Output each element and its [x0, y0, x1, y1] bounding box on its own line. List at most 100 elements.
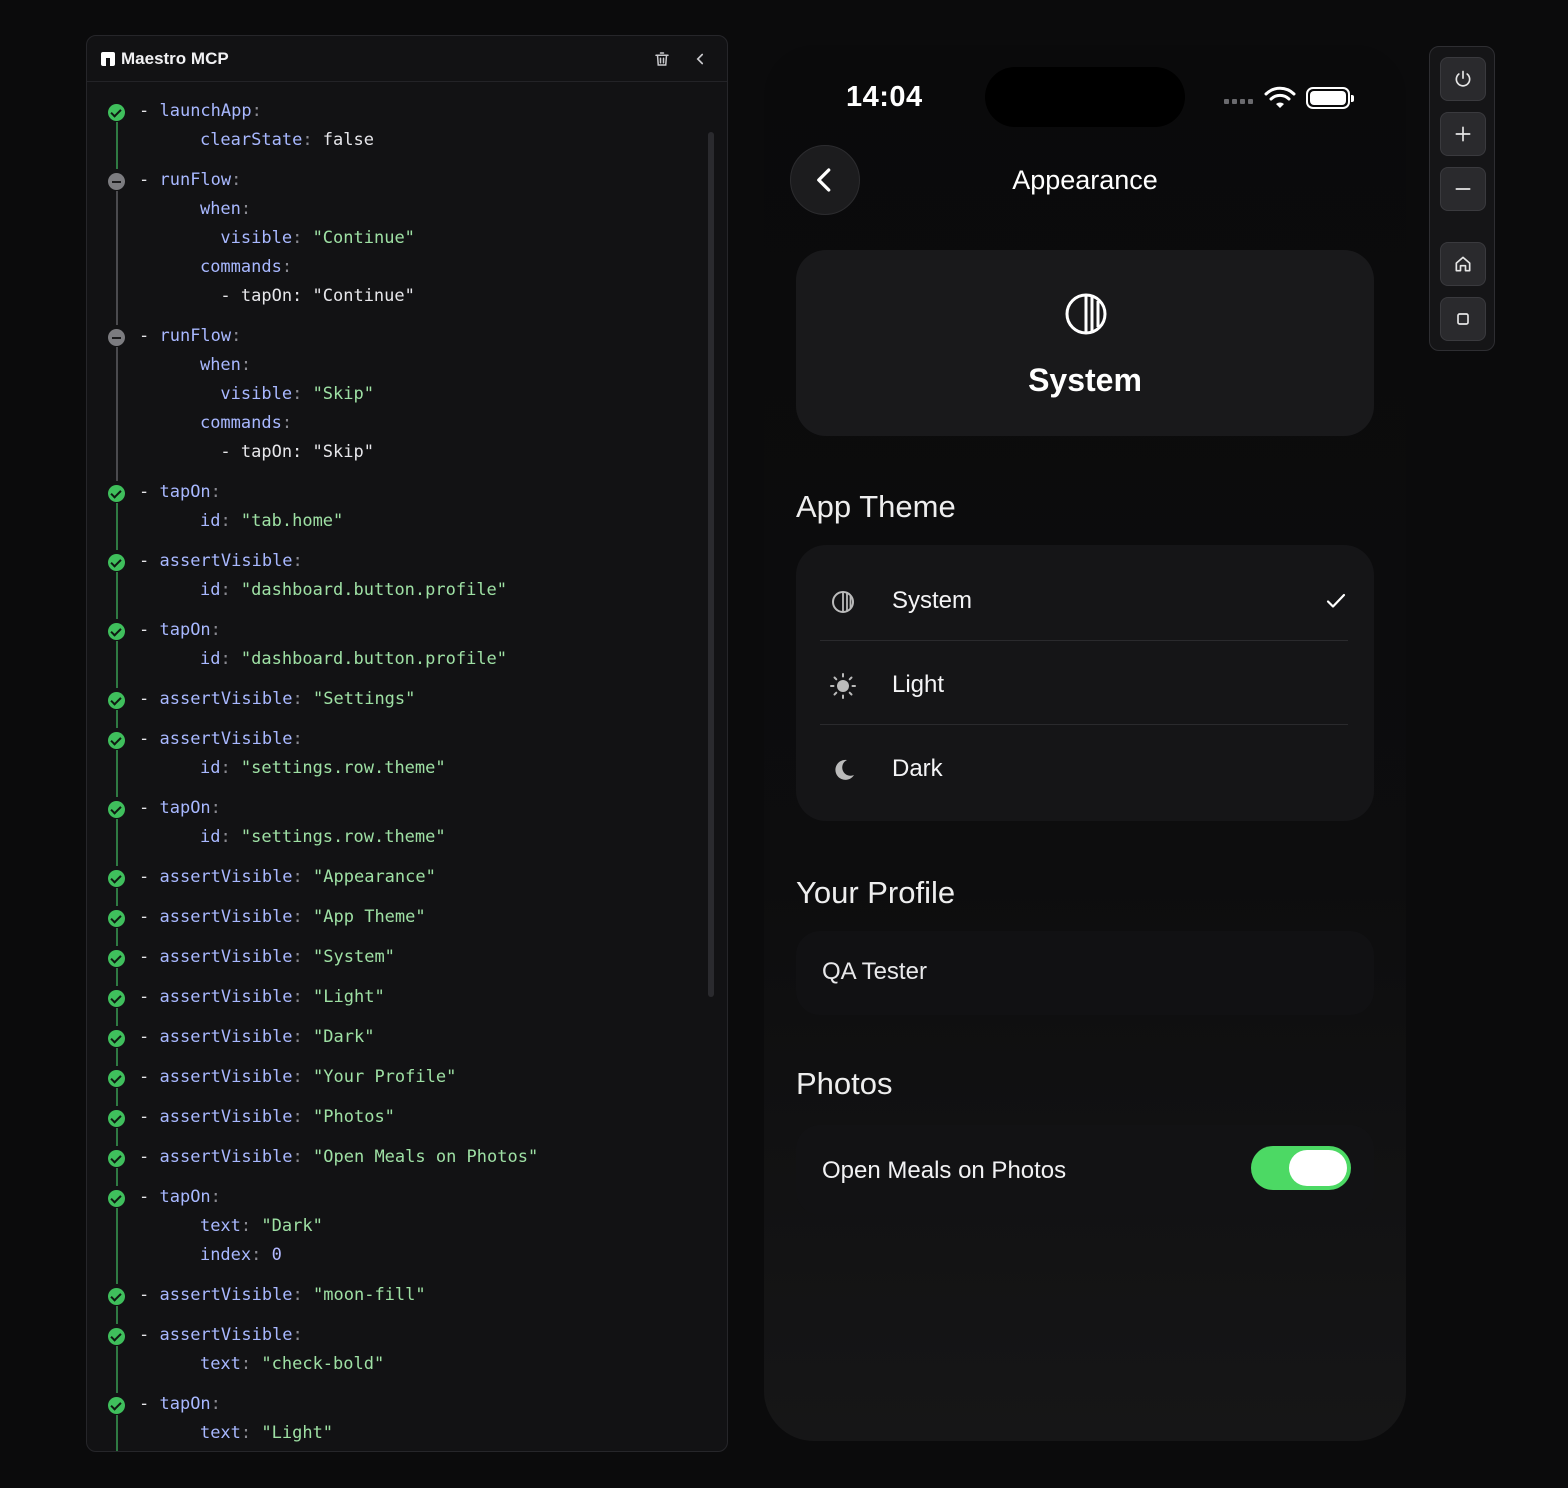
code-token: "System": [313, 947, 395, 967]
code-token: assertVisible: [159, 1107, 293, 1127]
code-line: id: "settings.row.theme": [159, 757, 446, 779]
step-connector: [116, 888, 118, 906]
code-token: "Your Profile": [313, 1067, 457, 1087]
code-token: "tab.home": [240, 511, 344, 531]
code-token: id: [199, 580, 221, 600]
code-token: 0: [271, 1245, 282, 1265]
code-token: :: [220, 649, 241, 669]
code-token: id: [199, 827, 221, 847]
code-token: -: [139, 482, 160, 502]
code-token: -: [139, 1067, 160, 1087]
code-token: -: [139, 1147, 160, 1167]
code-token: :: [292, 689, 314, 709]
code-line: commands:: [159, 256, 292, 278]
volume-down-button[interactable]: [1440, 167, 1486, 211]
flow-steps: - launchApp: clearState: false - runFlow:…: [87, 82, 717, 1451]
your-profile-title: Your Profile: [796, 875, 956, 910]
code-token: :: [281, 257, 293, 277]
code-token: assertVisible: [159, 1285, 293, 1305]
theme-option-dark[interactable]: Dark: [796, 727, 1374, 811]
app-switcher-button[interactable]: [1440, 297, 1486, 341]
code-token: - tapOn: "Continue": [159, 286, 415, 306]
profile-row[interactable]: QA Tester: [796, 931, 1374, 1015]
code-line: - assertVisible: "Your Profile": [139, 1066, 456, 1088]
theme-option-system[interactable]: System: [796, 559, 1374, 643]
check-circle-icon: [108, 1030, 125, 1047]
code-token: :: [210, 620, 221, 640]
code-token: :: [240, 1423, 262, 1443]
volume-up-button[interactable]: [1440, 112, 1486, 156]
code-line: visible: "Skip": [159, 383, 374, 405]
code-token: :: [292, 551, 303, 571]
code-token: "moon-fill": [313, 1285, 426, 1305]
status-time: 14:04: [846, 81, 923, 113]
chevron-left-icon[interactable]: [689, 48, 711, 70]
code-line: - tapOn:: [139, 1393, 221, 1415]
code-line: id: "dashboard.button.profile": [159, 579, 507, 601]
code-line: when:: [159, 354, 251, 376]
scrollbar[interactable]: [708, 132, 714, 997]
code-token: assertVisible: [159, 551, 293, 571]
code-token: "dashboard.button.profile": [240, 649, 508, 669]
code-token: :: [240, 1216, 262, 1236]
code-token: "settings.row.theme": [240, 758, 446, 778]
code-token: :: [292, 1067, 314, 1087]
trash-icon[interactable]: [651, 48, 673, 70]
code-token: :: [251, 101, 262, 121]
code-token: assertVisible: [159, 1325, 293, 1345]
minus-icon: [1455, 188, 1471, 190]
code-line: - assertVisible: "Light": [139, 986, 385, 1008]
code-token: tapOn: [159, 798, 211, 818]
theme-option-light[interactable]: Light: [796, 643, 1374, 727]
code-token: commands: [199, 257, 282, 277]
code-token: -: [139, 798, 160, 818]
step-connector: [116, 928, 118, 946]
code-line: - assertVisible:: [139, 550, 303, 572]
code-token: "Light": [313, 987, 385, 1007]
code-token: text: [199, 1423, 241, 1443]
home-button[interactable]: [1440, 242, 1486, 286]
code-token: false: [322, 130, 374, 150]
half-circle-icon: [832, 591, 854, 613]
code-line: - assertVisible: "moon-fill": [139, 1284, 426, 1306]
step-connector: [116, 1048, 118, 1066]
sun-icon: [830, 673, 856, 699]
code-token: -: [139, 1027, 160, 1047]
current-theme-label: System: [1028, 362, 1142, 398]
code-line: text: "Dark": [159, 1215, 323, 1237]
check-circle-icon: [108, 1190, 125, 1207]
divider: [820, 724, 1348, 725]
code-line: text: "Light": [159, 1422, 333, 1444]
check-circle-icon: [108, 732, 125, 749]
code-line: - assertVisible: "Settings": [139, 688, 415, 710]
toggle-knob: [1289, 1150, 1347, 1186]
check-circle-icon: [108, 1288, 125, 1305]
open-meals-on-photos-toggle[interactable]: [1251, 1146, 1351, 1190]
code-token: "Photos": [313, 1107, 395, 1127]
code-token: :: [251, 1245, 272, 1265]
code-token: assertVisible: [159, 1147, 293, 1167]
power-button[interactable]: [1440, 57, 1486, 101]
app-theme-title: App Theme: [796, 489, 956, 524]
code-token: :: [220, 758, 241, 778]
code-token: index: [199, 1245, 252, 1265]
signal-icon: [1224, 99, 1253, 104]
check-circle-icon: [108, 1070, 125, 1087]
code-token: :: [292, 228, 313, 248]
moon-icon: [835, 759, 854, 780]
code-token: launchApp: [159, 101, 252, 121]
code-token: id: [199, 511, 221, 531]
code-token: -: [139, 907, 160, 927]
code-line: visible: "Continue": [159, 227, 415, 249]
check-circle-icon: [108, 485, 125, 502]
code-token: "Open Meals on Photos": [313, 1147, 539, 1167]
check-circle-icon: [108, 1150, 125, 1167]
step-connector: [116, 750, 118, 797]
code-token: runFlow: [159, 326, 232, 346]
code-token: "Light": [261, 1423, 334, 1443]
code-token: :: [292, 867, 314, 887]
